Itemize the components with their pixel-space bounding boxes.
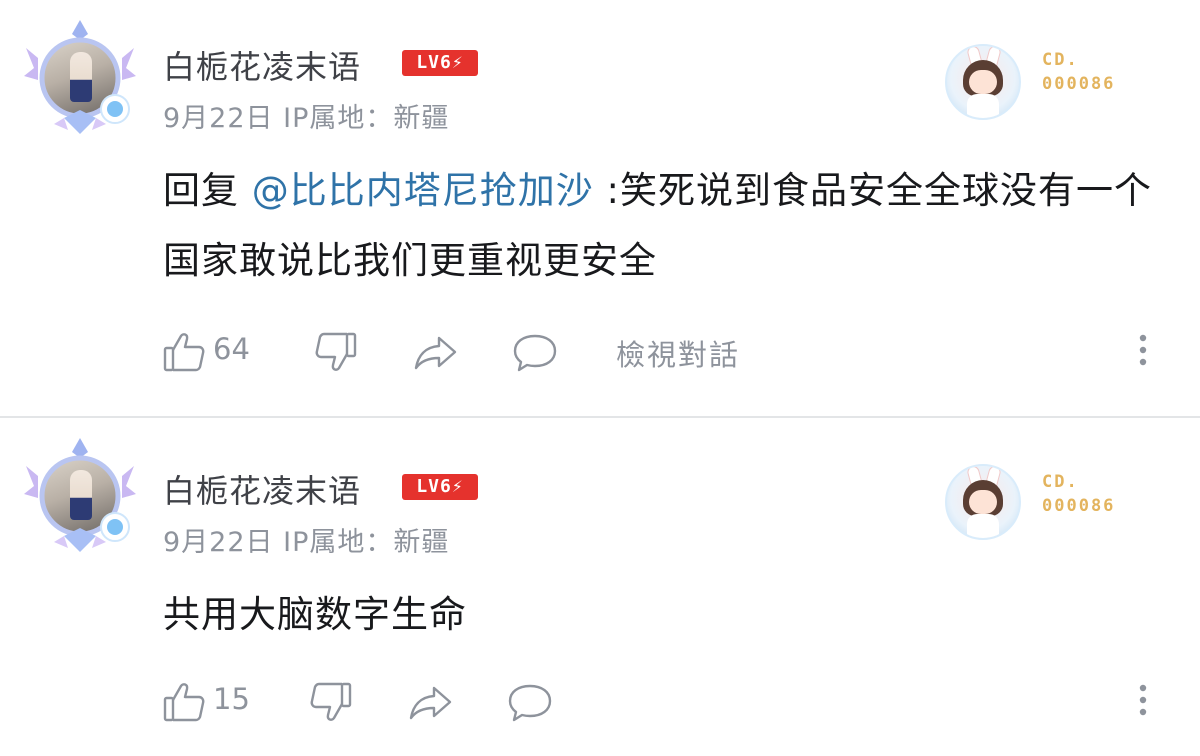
fan-medal-avatar[interactable]: [945, 464, 1021, 540]
more-vertical-icon[interactable]: [1133, 680, 1153, 720]
fan-medal-number: 000086: [1042, 74, 1116, 94]
like-count: 64: [213, 332, 250, 366]
verified-icon: [100, 94, 130, 124]
comment-actions: 64 檢視對話: [163, 326, 1163, 376]
fan-medal-label: CD. 000086: [1042, 470, 1115, 518]
fan-medal-label-line1: CD.: [1042, 472, 1079, 492]
view-conversation-link[interactable]: 檢視對話: [616, 332, 740, 374]
level-badge: LV6⚡: [402, 474, 478, 500]
user-avatar[interactable]: [24, 18, 136, 136]
like-count: 15: [213, 682, 250, 716]
verified-icon: [100, 512, 130, 542]
thumbs-down-icon[interactable]: [308, 680, 352, 724]
reply-prefix: 回复: [163, 169, 252, 212]
comment-item: 白栀花凌末语 LV6⚡ 9月22日 IP属地：新疆 CD. 000086 共用大…: [0, 418, 1200, 756]
username[interactable]: 白栀花凌末语: [163, 42, 361, 88]
mention-link[interactable]: @比比内塔尼抢加沙: [252, 169, 594, 212]
thumbs-up-icon[interactable]: [163, 330, 207, 374]
comment-meta: 9月22日 IP属地：新疆: [163, 527, 450, 558]
level-label: LV6: [416, 476, 452, 497]
thumbs-up-icon[interactable]: [163, 680, 207, 724]
username[interactable]: 白栀花凌末语: [163, 466, 361, 512]
more-vertical-icon[interactable]: [1133, 330, 1153, 370]
share-icon[interactable]: [408, 680, 452, 724]
lightning-icon: ⚡: [451, 476, 464, 497]
share-icon[interactable]: [413, 330, 457, 374]
lightning-icon: ⚡: [451, 52, 464, 73]
user-avatar[interactable]: [24, 436, 136, 554]
comment-text: 回复 @比比内塔尼抢加沙 :笑死说到食品安全全球没有一个国家敢说比我们更重视更安…: [163, 156, 1153, 296]
comment-item: 白栀花凌末语 LV6⚡ 9月22日 IP属地：新疆 CD. 000086 回复 …: [0, 0, 1200, 416]
comment-actions: 15: [163, 676, 1163, 726]
comment-icon[interactable]: [513, 330, 557, 374]
fan-medal-number: 000086: [1042, 496, 1116, 516]
level-label: LV6: [416, 52, 452, 73]
fan-medal-label: CD. 000086: [1042, 48, 1115, 96]
comment-text: 共用大脑数字生命: [163, 593, 467, 636]
level-badge: LV6⚡: [402, 50, 478, 76]
comment-icon[interactable]: [508, 680, 552, 724]
fan-medal-avatar[interactable]: [945, 44, 1021, 120]
thumbs-down-icon[interactable]: [313, 330, 357, 374]
comment-meta: 9月22日 IP属地：新疆: [163, 103, 450, 134]
fan-medal-label-line1: CD.: [1042, 50, 1079, 70]
